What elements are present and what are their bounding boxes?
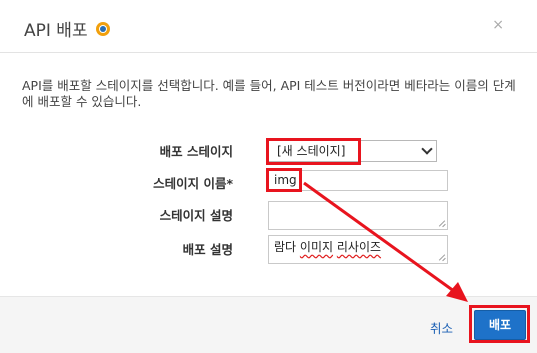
annotation-arrow-icon <box>303 181 468 302</box>
